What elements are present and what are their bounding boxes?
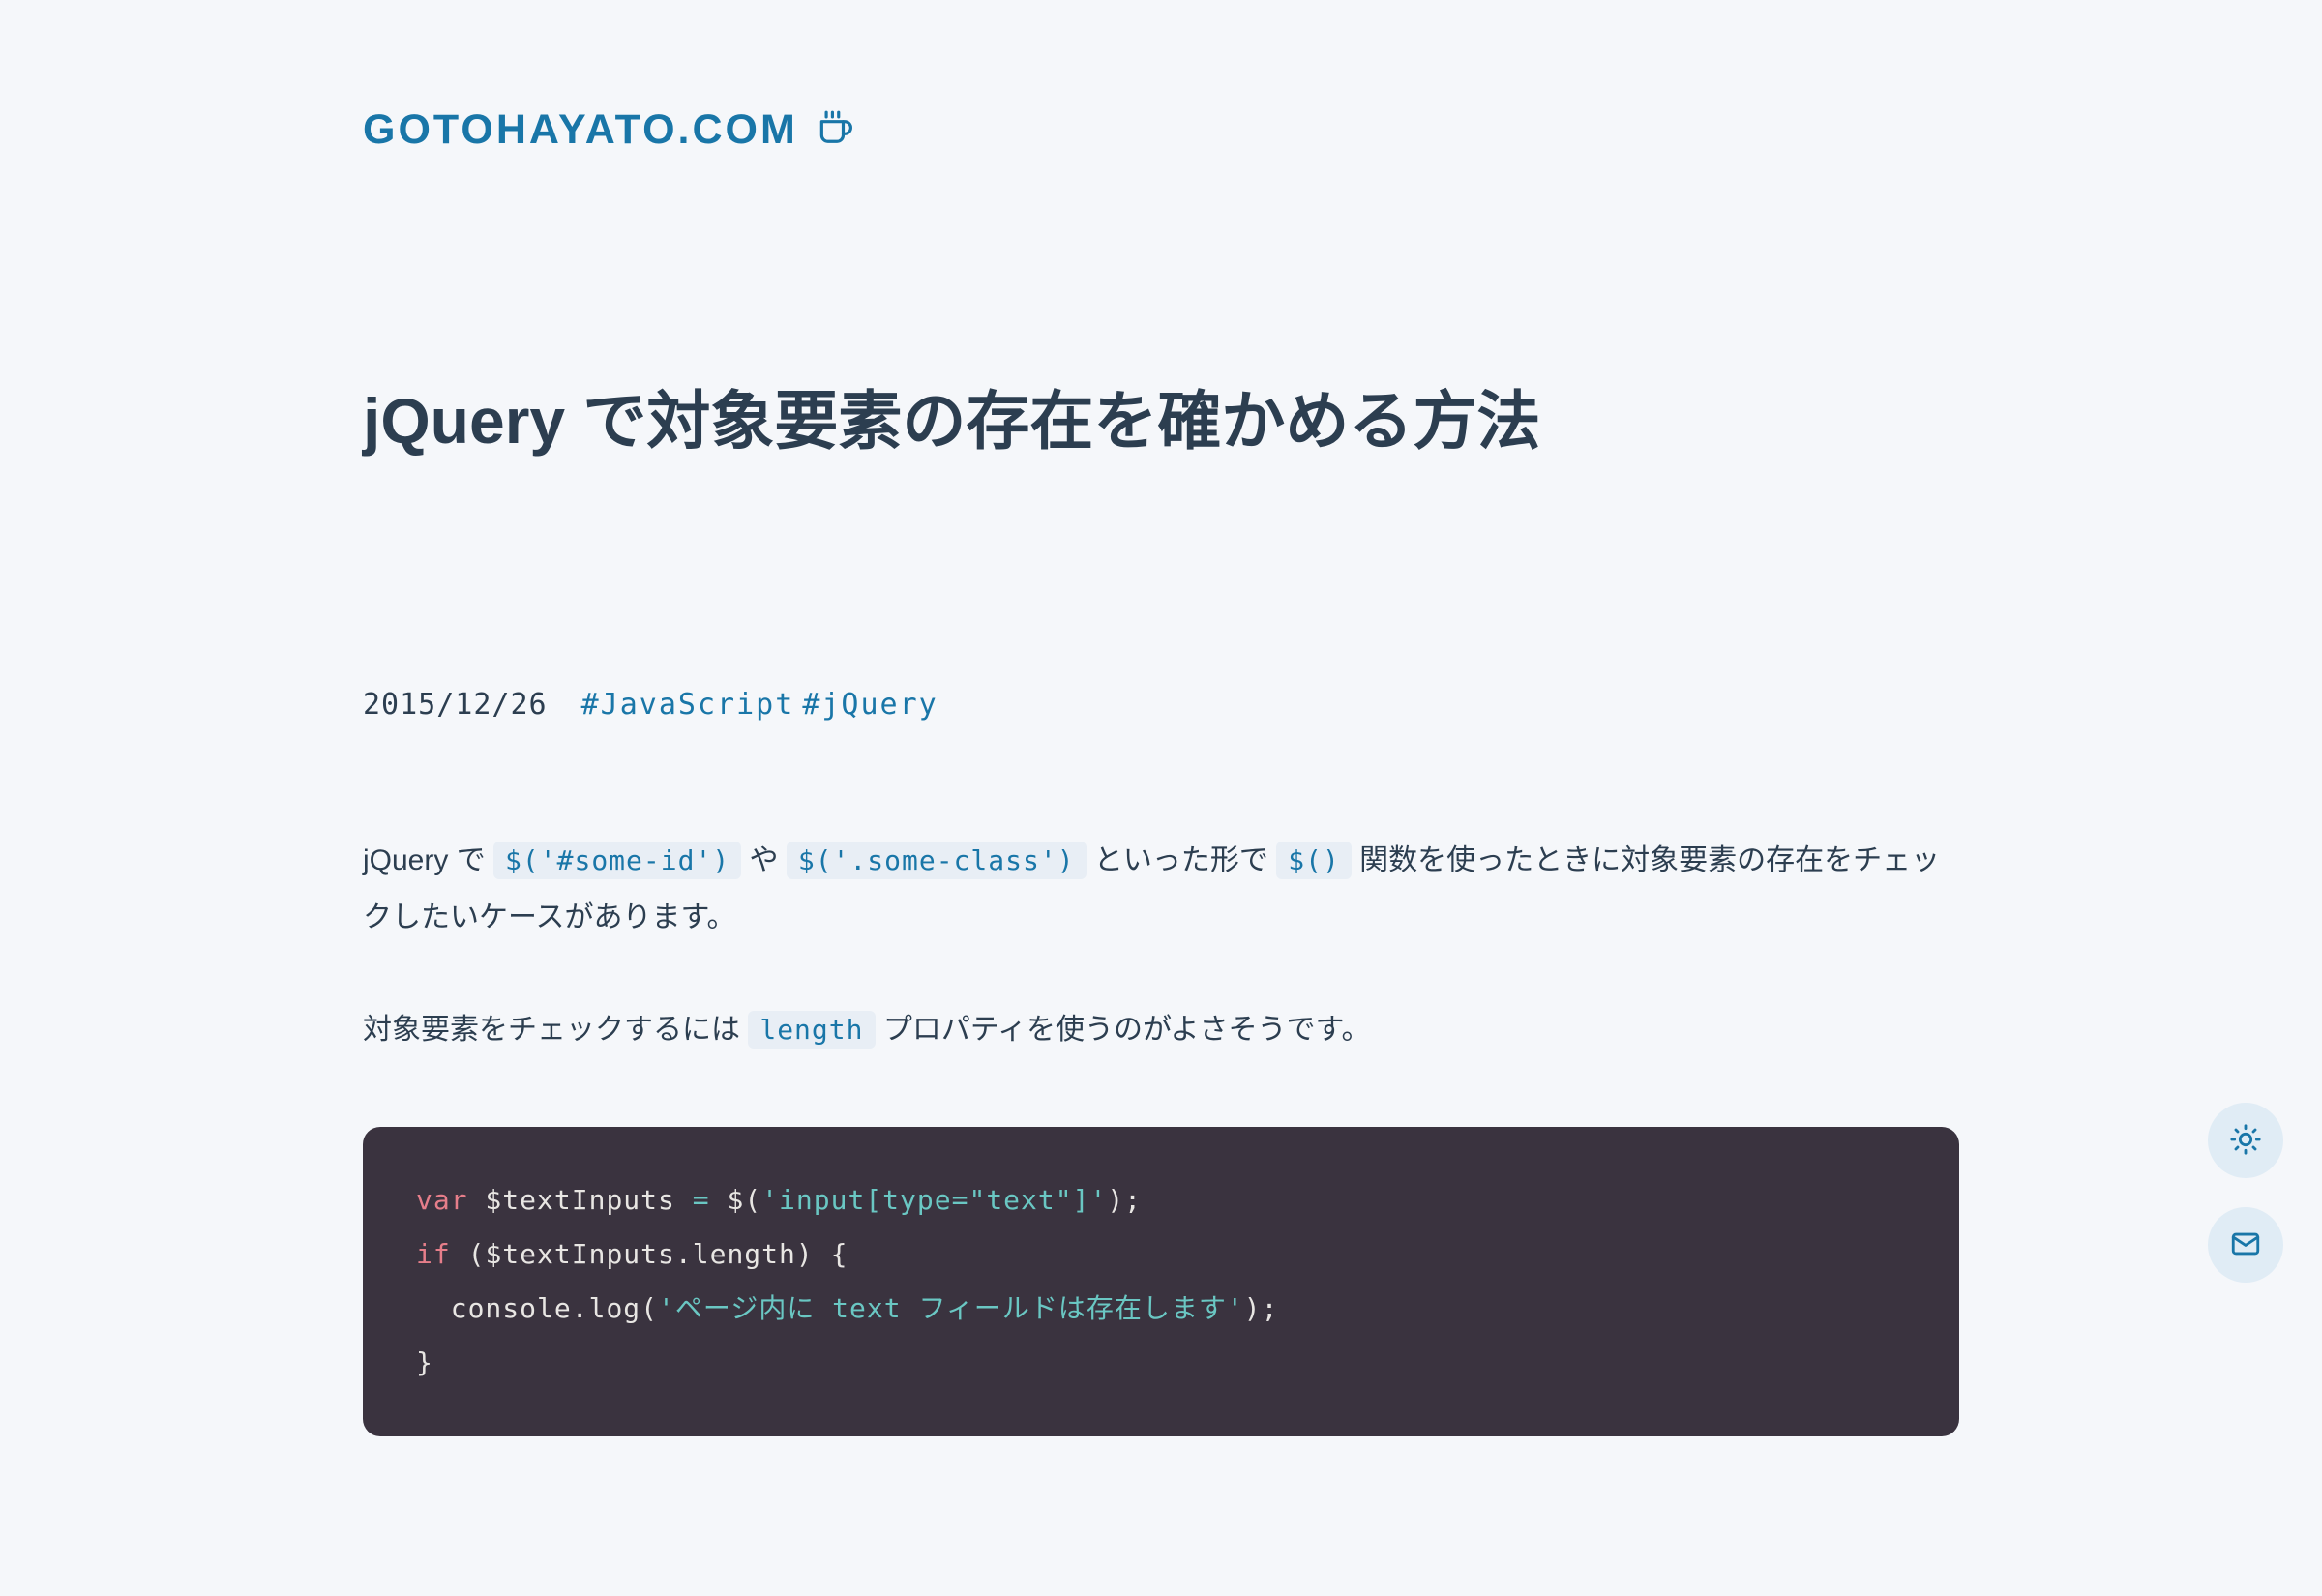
token-paren: ( [744, 1184, 761, 1216]
inline-code: $('#some-id') [493, 842, 741, 879]
token-dot: . [675, 1238, 693, 1270]
theme-toggle-button[interactable] [2208, 1103, 2283, 1178]
float-buttons [2208, 1103, 2283, 1283]
tag-jquery[interactable]: #jQuery [802, 688, 938, 722]
text: プロパティを使うのがよさそうです。 [876, 1014, 1371, 1046]
paragraph-1: jQuery で $('#some-id') や $('.some-class'… [363, 833, 1959, 946]
token-paren: ) { [796, 1238, 848, 1270]
sun-icon [2229, 1123, 2262, 1159]
token-func: console [451, 1292, 572, 1324]
paragraph-2: 対象要素をチェックするには length プロパティを使うのがよさそうです。 [363, 1002, 1959, 1059]
token-paren: ( [451, 1238, 486, 1270]
token-paren: ( [640, 1292, 658, 1324]
text: といった形で [1087, 844, 1277, 876]
code-line-1: var $textInputs = $('input[type="text"]'… [416, 1173, 1906, 1227]
token-var: $textInputs [485, 1238, 674, 1270]
token-brace: } [416, 1346, 433, 1378]
site-header: GOTOHAYATO.COM [363, 106, 1959, 154]
text: や [741, 844, 787, 876]
article-meta: 2015/12/26 #JavaScript #jQuery [363, 688, 1959, 722]
article-date: 2015/12/26 [363, 688, 548, 722]
code-line-4: } [416, 1336, 1906, 1390]
contact-button[interactable] [2208, 1207, 2283, 1283]
token-dot: . [572, 1292, 589, 1324]
mail-icon [2229, 1227, 2262, 1263]
token-paren: ); [1107, 1184, 1142, 1216]
code-line-3: console.log('ページ内に text フィールドは存在します'); [416, 1282, 1906, 1336]
token-func: log [589, 1292, 641, 1324]
token-indent [416, 1292, 451, 1324]
text: jQuery で [363, 844, 493, 876]
token-op: = [693, 1184, 728, 1216]
coffee-icon [816, 109, 852, 151]
token-keyword: if [416, 1238, 451, 1270]
inline-code: length [748, 1011, 875, 1049]
article-title: jQuery で対象要素の存在を確かめる方法 [363, 376, 1959, 465]
code-line-2: if ($textInputs.length) { [416, 1227, 1906, 1282]
token-string: 'ページ内に text フィールドは存在します' [658, 1292, 1244, 1324]
token-paren: ); [1244, 1292, 1279, 1324]
token-prop: length [693, 1238, 796, 1270]
article-tags: #JavaScript #jQuery [581, 688, 938, 722]
token-string: 'input[type="text"]' [761, 1184, 1107, 1216]
inline-code: $() [1276, 842, 1352, 879]
token-func: $ [727, 1184, 744, 1216]
text: 対象要素をチェックするには [363, 1014, 748, 1046]
token-keyword: var [416, 1184, 468, 1216]
inline-code: $('.some-class') [787, 842, 1087, 879]
code-block: var $textInputs = $('input[type="text"]'… [363, 1127, 1959, 1436]
tag-javascript[interactable]: #JavaScript [581, 688, 795, 722]
token-var: $textInputs [468, 1184, 693, 1216]
site-title-link[interactable]: GOTOHAYATO.COM [363, 106, 798, 154]
article-content: jQuery で $('#some-id') や $('.some-class'… [363, 833, 1959, 1436]
